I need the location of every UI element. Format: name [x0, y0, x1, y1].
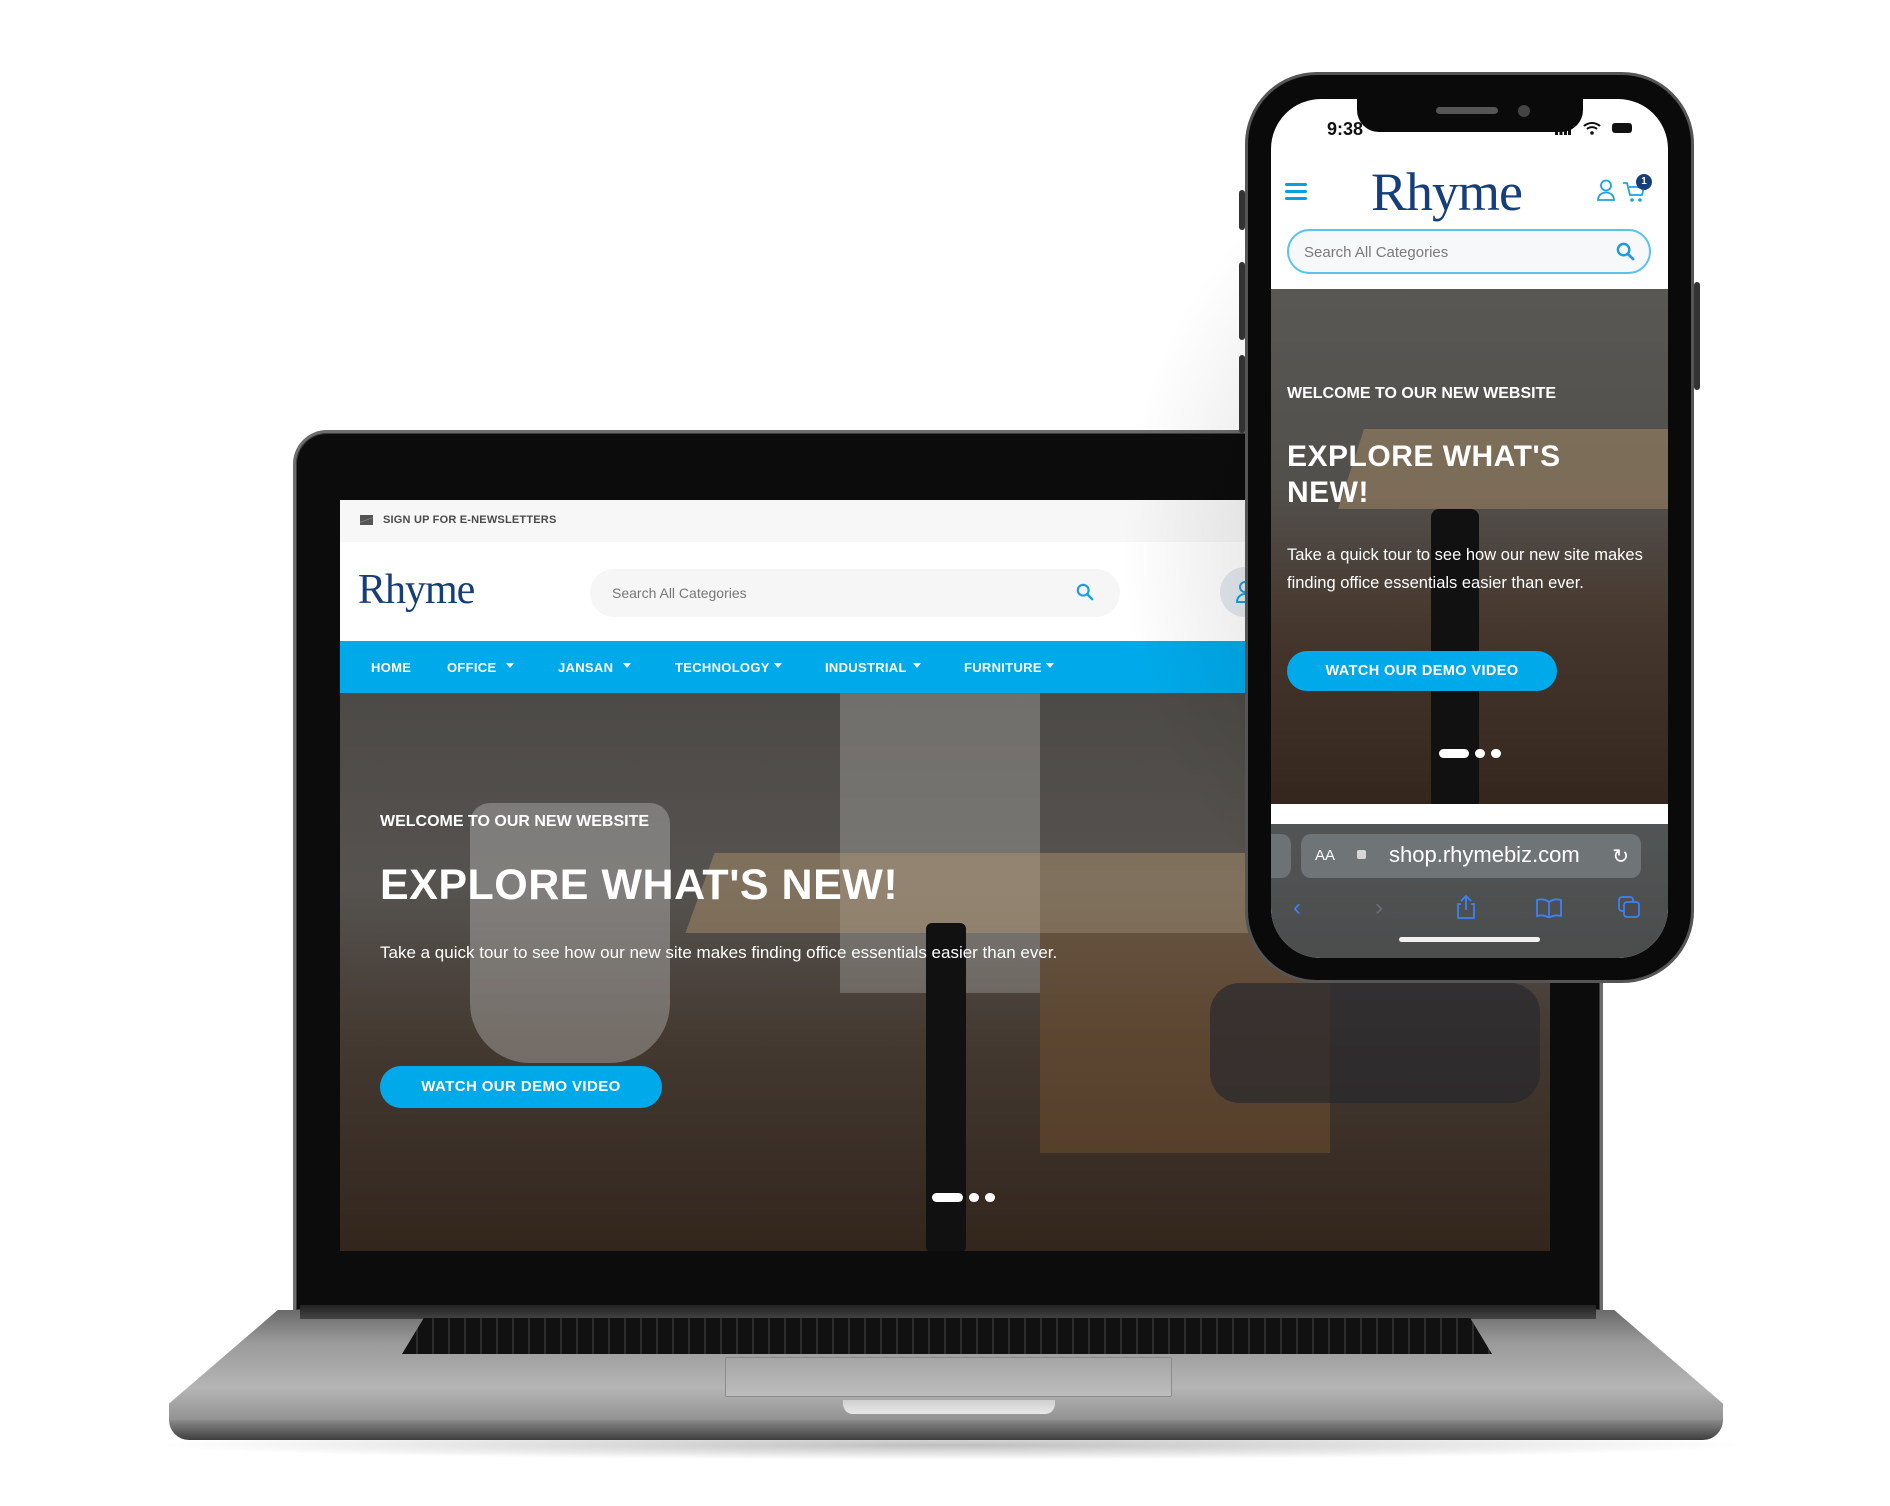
cart-count-badge: 1: [1636, 174, 1652, 190]
browser-toolbar: AA shop.rhymebiz.com ↻ ‹ ›: [1271, 824, 1668, 958]
search-placeholder: Search All Categories: [1304, 244, 1449, 261]
laptop-lid-notch: [843, 1400, 1055, 1414]
tabs-icon[interactable]: [1618, 896, 1640, 918]
newsletter-signup-link[interactable]: SIGN UP FOR E-NEWSLETTERS: [383, 514, 556, 526]
hamburger-menu-icon[interactable]: [1285, 183, 1307, 201]
chevron-down-icon[interactable]: [913, 663, 921, 668]
chevron-down-icon[interactable]: [774, 663, 782, 668]
logo[interactable]: Rhyme: [358, 566, 475, 614]
phone-power-button: [1694, 282, 1700, 390]
carousel-dot[interactable]: [1475, 749, 1485, 758]
nav-office[interactable]: OFFICE: [447, 660, 496, 675]
hero-title: EXPLORE WHAT'S NEW!: [380, 861, 899, 909]
watch-demo-button[interactable]: WATCH OUR DEMO VIDEO: [1287, 651, 1557, 691]
laptop-base-edge: [169, 1420, 1723, 1440]
carousel-dot[interactable]: [985, 1193, 995, 1202]
hero-body: Take a quick tour to see how our new sit…: [380, 943, 1058, 962]
nav-technology[interactable]: TECHNOLOGY: [675, 660, 770, 675]
hero-image-office-chair: [1210, 983, 1540, 1103]
carousel-dot-active[interactable]: [1439, 749, 1469, 758]
address-bar[interactable]: AA shop.rhymebiz.com ↻: [1301, 834, 1641, 878]
share-icon[interactable]: [1455, 894, 1477, 920]
forward-icon[interactable]: ›: [1375, 894, 1383, 922]
phone-speaker: [1436, 107, 1498, 114]
carousel-dot[interactable]: [1491, 749, 1501, 758]
status-time: 9:38: [1327, 119, 1364, 139]
chevron-down-icon[interactable]: [506, 663, 514, 668]
nav-jansan[interactable]: JANSAN: [558, 660, 613, 675]
text-size-button[interactable]: AA: [1315, 847, 1335, 864]
wifi-icon: [1583, 122, 1601, 135]
back-icon[interactable]: ‹: [1293, 894, 1301, 922]
nav-industrial[interactable]: INDUSTRIAL: [825, 660, 907, 675]
hero-kicker: WELCOME TO OUR NEW WEBSITE: [380, 813, 650, 830]
laptop-keyboard: [402, 1318, 1492, 1354]
search-input[interactable]: Search All Categories: [590, 569, 1120, 617]
hero-body: Take a quick tour to see how our new sit…: [1287, 546, 1643, 592]
hero-title: EXPLORE WHAT'S NEW!: [1287, 440, 1561, 509]
reload-icon[interactable]: ↻: [1612, 844, 1629, 869]
search-input[interactable]: Search All Categories: [1287, 229, 1651, 274]
chevron-down-icon[interactable]: [623, 663, 631, 668]
user-icon[interactable]: [1596, 179, 1616, 201]
search-icon[interactable]: [1076, 583, 1094, 601]
hero-kicker: WELCOME TO OUR NEW WEBSITE: [1287, 385, 1557, 402]
nav-home[interactable]: HOME: [371, 660, 411, 675]
logo[interactable]: Rhyme: [1371, 161, 1523, 223]
battery-icon: [1612, 123, 1632, 133]
mobile-website: 9:38 Rhyme 1 Search All Categories WELCO…: [1271, 99, 1668, 958]
mail-icon: [360, 515, 373, 525]
previous-tab-preview[interactable]: [1271, 834, 1291, 878]
hero-banner: WELCOME TO OUR NEW WEBSITE EXPLORE WHAT'…: [1271, 289, 1668, 809]
page-bottom-strip: [1271, 804, 1668, 824]
watch-demo-button[interactable]: WATCH OUR DEMO VIDEO: [380, 1066, 662, 1108]
phone-notch: [1357, 96, 1583, 132]
laptop-trackpad: [725, 1357, 1172, 1397]
phone-camera: [1518, 105, 1530, 117]
carousel-dot[interactable]: [969, 1193, 979, 1202]
search-placeholder: Search All Categories: [612, 585, 747, 601]
search-icon[interactable]: [1616, 242, 1635, 261]
home-indicator[interactable]: [1399, 937, 1540, 942]
url-text[interactable]: shop.rhymebiz.com: [1389, 842, 1580, 868]
hero-image-chair: [470, 803, 670, 1063]
lock-icon: [1357, 850, 1366, 859]
carousel-dot-active[interactable]: [932, 1193, 963, 1202]
nav-furniture[interactable]: FURNITURE: [964, 660, 1042, 675]
bookmarks-icon[interactable]: [1536, 898, 1562, 918]
laptop-hinge: [300, 1305, 1596, 1319]
chevron-down-icon[interactable]: [1046, 663, 1054, 668]
